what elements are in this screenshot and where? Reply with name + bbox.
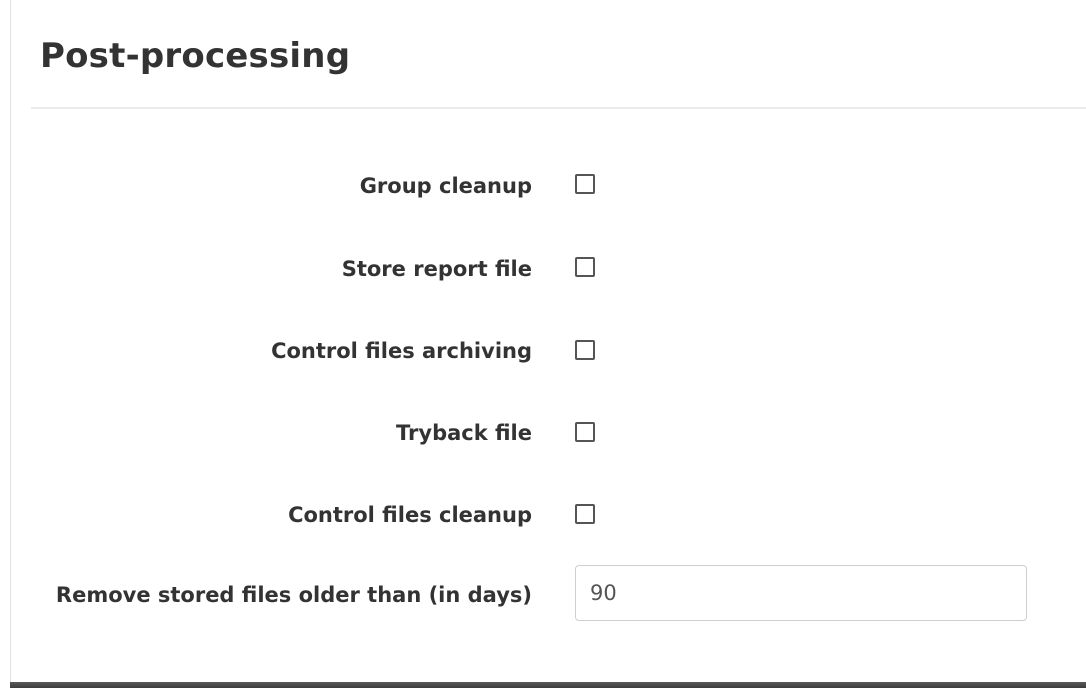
tryback-file-checkbox[interactable] [575,422,595,442]
control-files-cleanup-checkbox[interactable] [575,504,595,524]
control-files-archiving-checkbox[interactable] [575,340,595,360]
title-divider [31,107,1086,109]
group-cleanup-label: Group cleanup [359,174,532,198]
store-report-file-label: Store report file [341,257,532,281]
section-title: Post-processing [40,36,351,76]
tryback-file-label: Tryback file [396,421,532,445]
panel-bottom-edge [10,682,1086,688]
store-report-file-checkbox[interactable] [575,257,595,277]
control-files-archiving-label: Control files archiving [271,339,532,363]
control-files-cleanup-label: Control files cleanup [288,503,532,527]
retention-days-label: Remove stored files older than (in days) [55,583,532,607]
group-cleanup-checkbox[interactable] [575,174,595,194]
retention-days-input[interactable] [575,565,1027,621]
